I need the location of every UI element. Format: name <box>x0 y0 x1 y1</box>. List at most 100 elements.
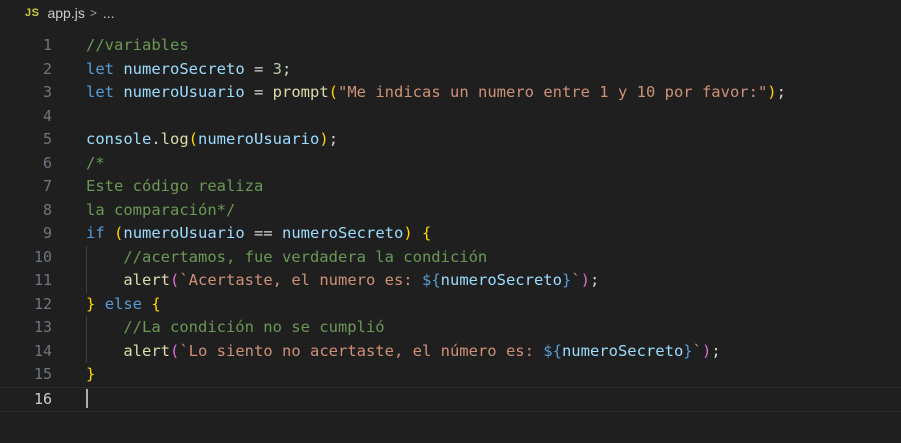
code-line[interactable]: 3 let numeroUsuario = prompt("Me indicas … <box>0 81 901 105</box>
code-text: console.log(numeroUsuario); <box>86 128 338 152</box>
code-token: let <box>86 59 114 78</box>
text-cursor <box>86 388 88 408</box>
code-token: ; <box>711 341 721 360</box>
line-number: 16 <box>33 389 52 408</box>
code-line[interactable]: 12 } else { <box>0 293 901 317</box>
code-token: ; <box>282 59 292 78</box>
code-token: numeroSecreto <box>123 59 245 78</box>
code-token: log <box>160 130 189 148</box>
chevron-right-icon: > <box>89 6 97 20</box>
line-number: 4 <box>42 106 52 125</box>
code-token: alert <box>123 341 170 360</box>
code-token: ( <box>114 224 124 242</box>
code-token: ( <box>188 130 199 148</box>
code-token: numeroUsuario <box>123 224 245 242</box>
code-token: ) <box>767 83 777 101</box>
code-editor[interactable]: 1//variables 2 let numeroSecreto = 3; 3 let … <box>0 34 901 412</box>
code-token: ; <box>590 271 600 289</box>
line-number: 5 <box>42 130 52 148</box>
code-token: . <box>151 130 161 148</box>
code-line[interactable]: 5 console.log(numeroUsuario); <box>0 128 901 152</box>
javascript-file-icon: JS <box>25 7 40 19</box>
code-token: == <box>244 224 283 242</box>
line-number: 3 <box>42 83 52 101</box>
code-token: } <box>86 365 96 383</box>
code-line[interactable]: 14 alert(`Lo siento no acertaste, el núm… <box>0 339 901 364</box>
code-token: ${ <box>543 341 562 360</box>
code-line[interactable]: 11 alert(`Acertaste, el numero es: ${num… <box>0 269 901 293</box>
code-token: `Lo siento no acertaste, el número es: <box>179 341 544 360</box>
breadcrumb-file[interactable]: app.js <box>47 5 84 21</box>
code-text: //variables <box>86 34 189 58</box>
code-token: ( <box>170 341 180 360</box>
code-token: } <box>683 341 693 360</box>
line-number: 11 <box>33 271 52 289</box>
code-token: } <box>86 294 96 313</box>
code-token: numeroSecreto <box>561 341 684 360</box>
code-line[interactable]: 1 //variables <box>0 34 901 58</box>
code-line[interactable]: 16 <box>0 386 901 412</box>
code-token: ) <box>701 341 712 360</box>
code-text: Este código realiza <box>86 175 263 199</box>
code-line[interactable]: 8 la comparación*/ <box>0 199 901 223</box>
code-line[interactable]: 9 if (numeroUsuario == numeroSecreto) { <box>0 222 901 246</box>
code-line[interactable]: 15} <box>0 363 901 387</box>
code-token: numeroSecreto <box>282 224 404 242</box>
code-token: numeroUsuario <box>123 83 245 101</box>
code-text: let numeroSecreto = 3; <box>86 58 291 82</box>
code-line[interactable]: 7 Este código realiza <box>0 175 901 199</box>
line-number: 12 <box>33 294 52 313</box>
line-number: 14 <box>33 341 52 360</box>
code-line[interactable]: 13 //La condición no se cumplió <box>0 316 901 340</box>
line-number: 10 <box>33 247 52 266</box>
code-line[interactable]: 6 /* <box>0 152 901 176</box>
code-token: //acertamos, fue verdadera la condición <box>123 247 488 266</box>
line-number: 13 <box>33 318 52 336</box>
code-token: ${ <box>421 271 441 289</box>
code-line[interactable]: 10 //acertamos, fue verdadera la condici… <box>0 245 901 270</box>
code-token: "Me indicas un numero entre 1 y 10 por f… <box>338 83 768 101</box>
code-text: let numeroUsuario = prompt("Me indicas u… <box>86 81 786 105</box>
code-line[interactable]: 4 <box>0 105 901 129</box>
breadcrumb-more[interactable]: ... <box>103 5 115 21</box>
code-token: let <box>86 83 114 101</box>
breadcrumb: JS app.js > ... <box>0 0 901 26</box>
code-token: numeroUsuario <box>198 130 320 148</box>
line-number: 8 <box>42 200 52 219</box>
code-token: { <box>151 294 161 313</box>
code-token: = <box>244 59 273 78</box>
code-text: //acertamos, fue verdadera la condición <box>86 246 487 270</box>
code-token: la comparación*/ <box>86 200 236 219</box>
code-token: numeroSecreto <box>440 271 562 289</box>
code-token: ` <box>571 271 581 289</box>
code-text: if (numeroUsuario == numeroSecreto) { <box>86 222 431 246</box>
code-token: { <box>422 224 432 242</box>
code-text: alert(`Lo siento no acertaste, el número… <box>86 340 721 364</box>
line-number: 15 <box>33 365 52 383</box>
code-token: //variables <box>86 36 189 54</box>
code-text: } <box>86 363 95 387</box>
line-number: 7 <box>42 177 52 195</box>
line-number: 6 <box>42 153 52 172</box>
code-token: } <box>561 271 572 289</box>
code-line[interactable]: 2 let numeroSecreto = 3; <box>0 58 901 82</box>
code-token: ; <box>328 130 339 148</box>
code-text: //La condición no se cumplió <box>86 316 384 340</box>
code-token: ( <box>328 83 339 101</box>
code-text: alert(`Acertaste, el numero es: ${numero… <box>86 269 599 293</box>
line-number: 9 <box>42 224 52 242</box>
line-number: 2 <box>42 59 52 78</box>
code-text: la comparación*/ <box>86 199 235 223</box>
code-token: if <box>86 224 105 242</box>
code-token: = <box>244 83 273 101</box>
code-token: /* <box>86 153 105 172</box>
code-text: } else { <box>86 293 161 317</box>
